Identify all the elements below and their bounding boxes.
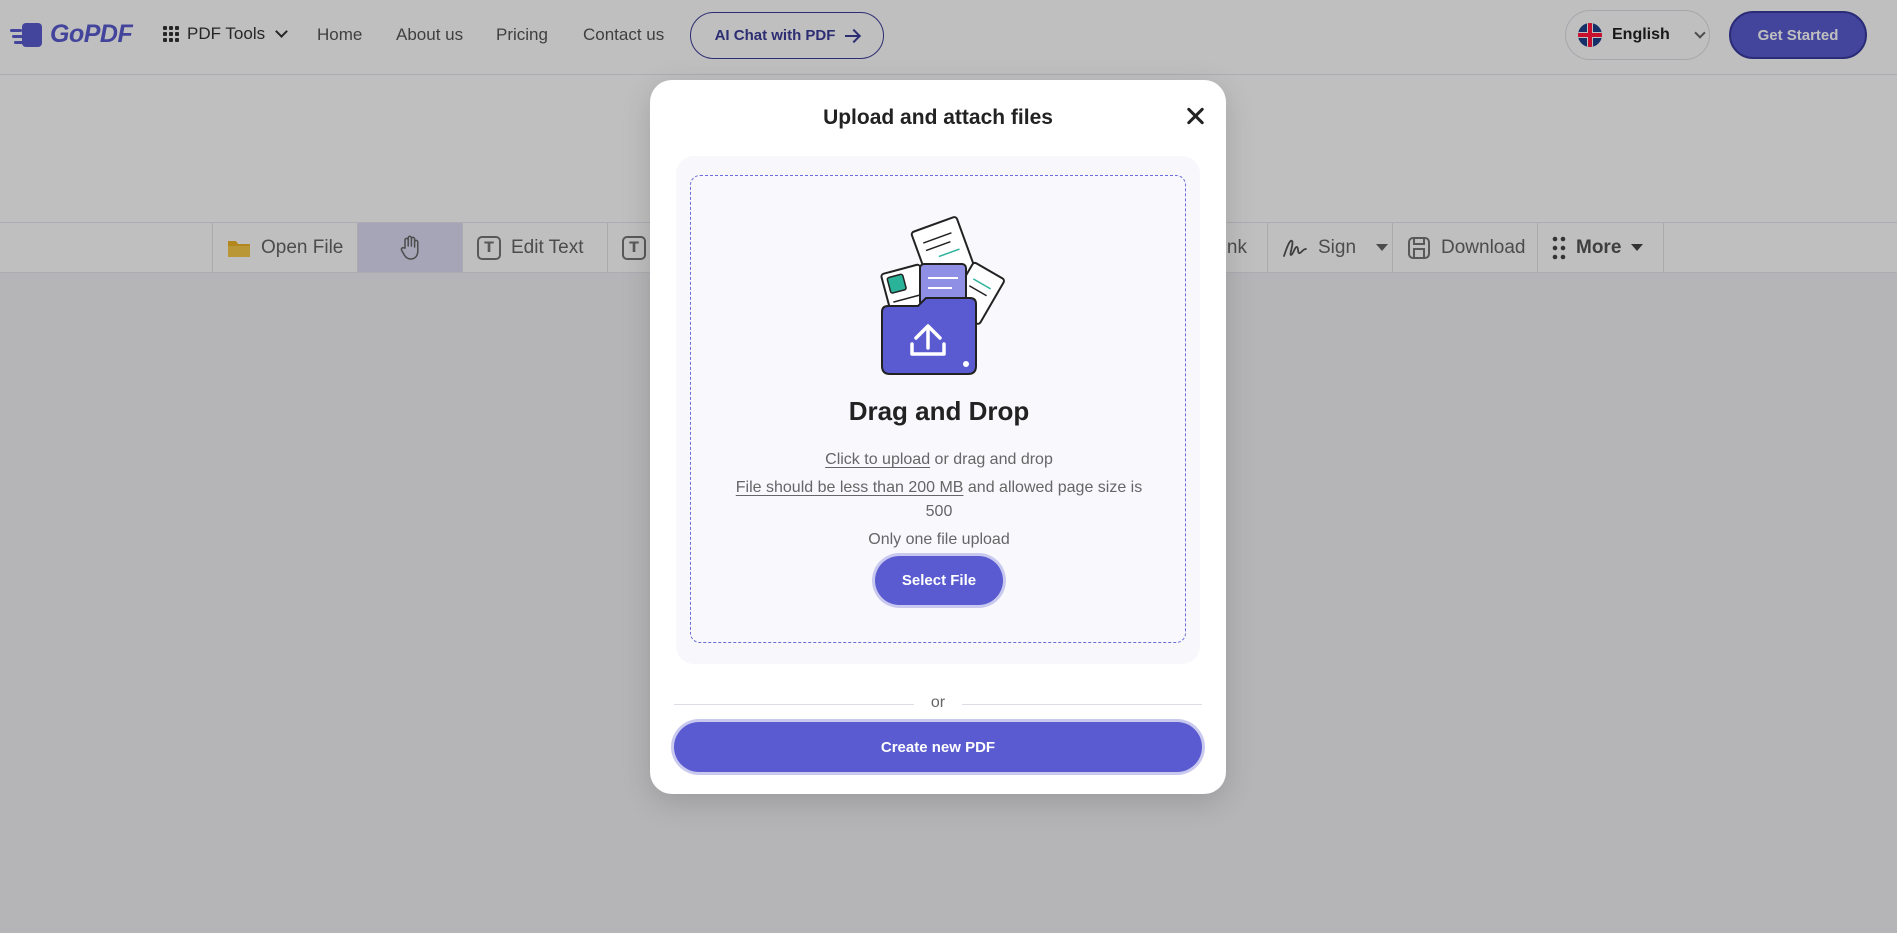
or-drag-text: or drag and drop (930, 451, 1053, 468)
size-limit-text: File should be less than 200 MB and allo… (691, 476, 1187, 500)
close-icon[interactable] (1180, 100, 1212, 132)
upload-modal: Upload and attach files Drag and Drop Cl… (650, 80, 1226, 794)
dropzone-title: Drag and Drop (848, 396, 1030, 426)
click-to-upload-link[interactable]: Click to upload (825, 451, 930, 468)
modal-title: Upload and attach files (823, 106, 1053, 129)
upload-folder-illustration (880, 216, 1005, 375)
or-divider: or (674, 694, 1202, 714)
select-file-button[interactable]: Select File (875, 556, 1003, 605)
create-new-pdf-button[interactable]: Create new PDF (674, 722, 1202, 772)
upload-instructions: Click to upload or drag and drop (691, 448, 1187, 472)
page-limit-text: and allowed page size is (963, 479, 1143, 496)
page-limit-value: 500 (925, 503, 953, 520)
file-dropzone[interactable]: Drag and Drop Click to upload or drag an… (690, 175, 1186, 643)
or-label: or (930, 694, 946, 711)
size-limit-link: File should be less than 200 MB (735, 479, 964, 496)
single-file-note: Only one file upload (868, 531, 1010, 548)
